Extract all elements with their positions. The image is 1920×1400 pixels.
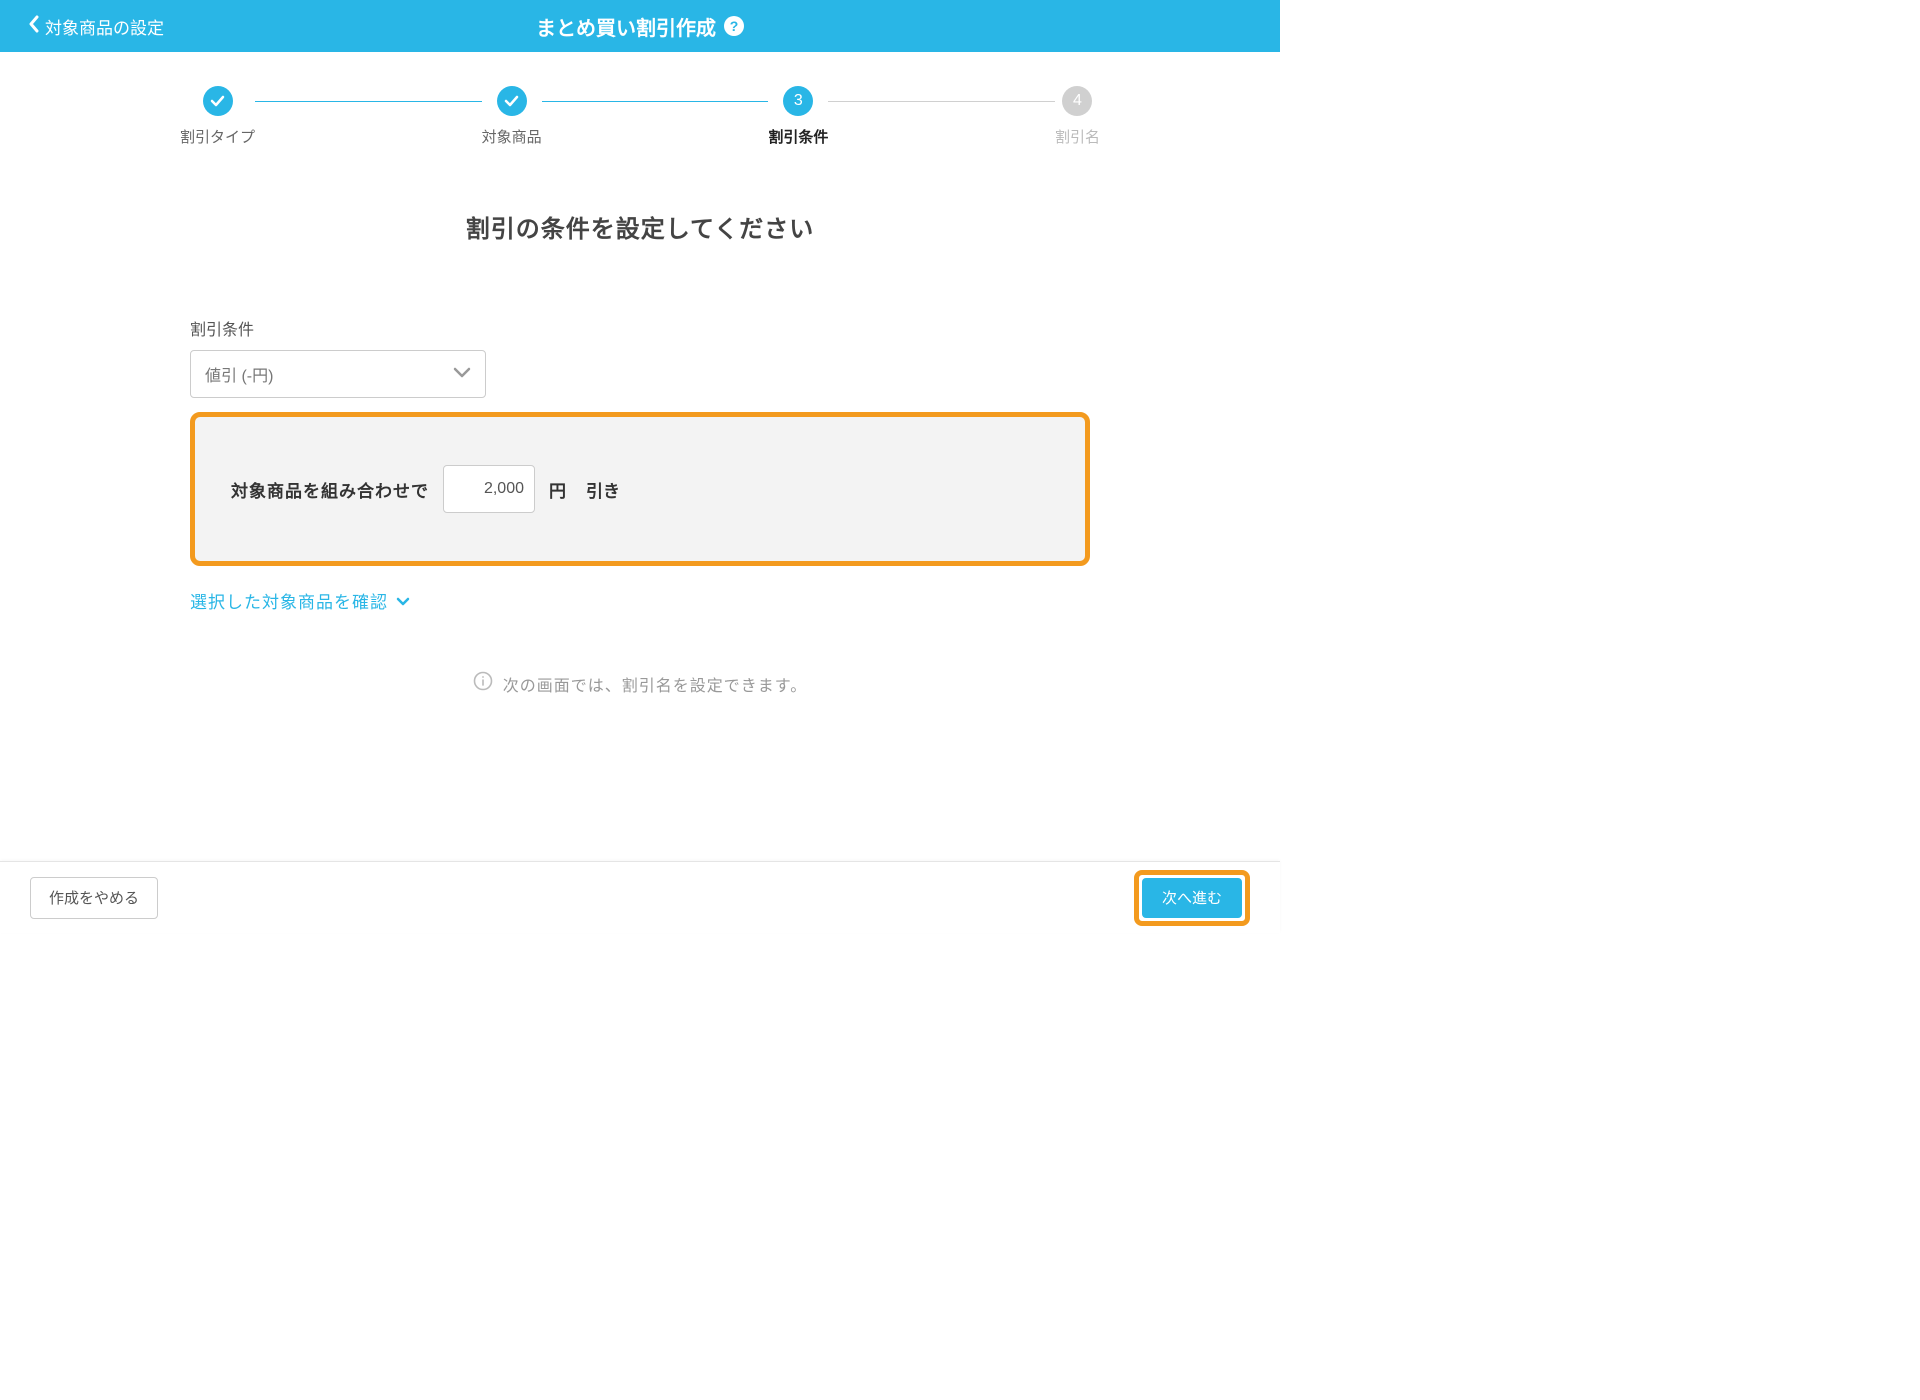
- step-connector: [828, 101, 1055, 102]
- step-discount-condition: 3 割引条件: [768, 86, 828, 147]
- back-label: 対象商品の設定: [45, 14, 164, 39]
- help-icon[interactable]: ?: [724, 16, 744, 36]
- combo-suffix: 引き: [586, 477, 620, 502]
- info-message: 次の画面では、割引名を設定できます。: [190, 671, 1090, 696]
- info-text: 次の画面では、割引名を設定できます。: [503, 672, 807, 696]
- confirm-products-link[interactable]: 選択した対象商品を確認: [190, 588, 1090, 613]
- combo-prefix: 対象商品を組み合わせで: [231, 477, 429, 502]
- check-icon: [203, 86, 233, 116]
- discount-type-select[interactable]: 値引 (-円): [190, 350, 486, 398]
- chevron-down-icon: [453, 365, 471, 383]
- footer-bar: 作成をやめる 次へ進む: [0, 861, 1280, 933]
- cancel-button[interactable]: 作成をやめる: [30, 877, 158, 919]
- step-number: 3: [783, 86, 813, 116]
- main-content: 割引の条件を設定してください 割引条件 値引 (-円) 対象商品を組み合わせで …: [180, 209, 1100, 696]
- info-icon: [473, 671, 493, 696]
- discount-condition-box: 対象商品を組み合わせで 円 引き: [190, 412, 1090, 566]
- confirm-link-text: 選択した対象商品を確認: [190, 588, 388, 613]
- chevron-left-icon: [28, 15, 39, 38]
- next-button[interactable]: 次へ進む: [1142, 878, 1242, 918]
- step-connector: [255, 101, 482, 102]
- step-discount-type: 割引タイプ: [180, 86, 255, 147]
- page-title: まとめ買い割引作成 ?: [536, 12, 744, 41]
- step-target-products: 対象商品: [482, 86, 542, 147]
- select-value: 値引 (-円): [205, 362, 273, 386]
- step-label: 割引名: [1055, 126, 1100, 147]
- step-label: 割引タイプ: [180, 126, 255, 147]
- back-button[interactable]: 対象商品の設定: [28, 14, 164, 39]
- title-text: まとめ買い割引作成: [536, 12, 716, 41]
- progress-stepper: 割引タイプ 対象商品 3 割引条件 4 割引名: [0, 86, 1280, 147]
- step-discount-name: 4 割引名: [1055, 86, 1100, 147]
- step-number: 4: [1062, 86, 1092, 116]
- header-bar: 対象商品の設定 まとめ買い割引作成 ?: [0, 0, 1280, 52]
- step-label: 対象商品: [482, 126, 542, 147]
- step-label: 割引条件: [768, 126, 828, 147]
- condition-label: 割引条件: [190, 316, 1090, 340]
- chevron-down-icon: [396, 591, 410, 611]
- currency-unit: 円: [549, 477, 566, 502]
- check-icon: [497, 86, 527, 116]
- next-button-highlight: 次へ進む: [1134, 870, 1250, 926]
- step-connector: [542, 101, 769, 102]
- discount-amount-input[interactable]: [443, 465, 535, 513]
- page-heading: 割引の条件を設定してください: [190, 209, 1090, 244]
